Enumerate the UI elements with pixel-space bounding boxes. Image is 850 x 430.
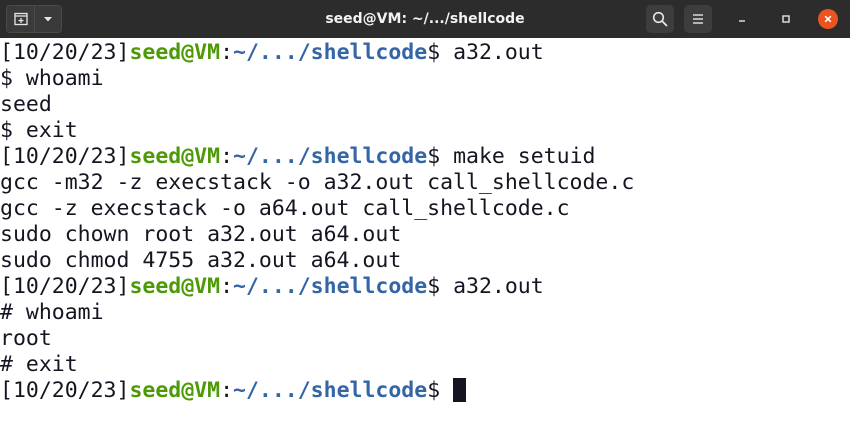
- output-line: gcc -m32 -z execstack -o a32.out call_sh…: [0, 170, 635, 195]
- title-bar: seed@VM: ~/.../shellcode: [0, 0, 850, 38]
- close-button[interactable]: [816, 7, 840, 31]
- output-line: # exit: [0, 352, 78, 377]
- prompt-symbol: $: [427, 40, 454, 65]
- prompt-symbol: $: [427, 378, 454, 403]
- output-line: # whoami: [0, 300, 104, 325]
- text-cursor: [453, 378, 467, 402]
- prompt-path: ~/.../shellcode: [233, 378, 428, 403]
- output-line: $ whoami: [0, 66, 104, 91]
- chevron-down-icon: [44, 17, 52, 22]
- output-line: gcc -z execstack -o a64.out call_shellco…: [0, 196, 570, 221]
- prompt-path: ~/.../shellcode: [233, 144, 428, 169]
- prompt-path: ~/.../shellcode: [233, 40, 428, 65]
- prompt-user-host: seed@VM: [129, 378, 221, 403]
- prompt-path: ~/.../shellcode: [233, 274, 428, 299]
- prompt-user-host: seed@VM: [129, 144, 221, 169]
- prompt-date: [10/20/23]: [0, 144, 130, 169]
- minimize-button[interactable]: [730, 7, 754, 31]
- minimize-icon: [739, 20, 745, 22]
- close-icon: [824, 15, 832, 23]
- prompt-user-host: seed@VM: [129, 40, 221, 65]
- prompt-user-host: seed@VM: [129, 274, 221, 299]
- prompt-line: [10/20/23]seed@VM:~/.../shellcode$ a32.o…: [0, 40, 850, 66]
- prompt-colon: :: [220, 378, 234, 403]
- maximize-button[interactable]: [774, 7, 798, 31]
- prompt-colon: :: [220, 144, 234, 169]
- new-tab-icon: [13, 12, 28, 26]
- prompt-line: [10/20/23]seed@VM:~/.../shellcode$ make …: [0, 144, 850, 170]
- prompt-date: [10/20/23]: [0, 40, 130, 65]
- search-button[interactable]: [646, 5, 674, 33]
- prompt-colon: :: [220, 274, 234, 299]
- output-line: root: [0, 326, 52, 351]
- prompt-date: [10/20/23]: [0, 274, 130, 299]
- prompt-symbol: $: [427, 274, 454, 299]
- command-text: make setuid: [453, 144, 596, 169]
- output-line: $ exit: [0, 118, 78, 143]
- command-text: a32.out: [453, 274, 544, 299]
- window-controls: [636, 5, 840, 33]
- menu-button[interactable]: [684, 5, 712, 33]
- prompt-date: [10/20/23]: [0, 378, 130, 403]
- new-tab-button[interactable]: [7, 6, 34, 32]
- hamburger-menu-icon: [693, 14, 703, 24]
- prompt-colon: :: [220, 40, 234, 65]
- prompt-symbol: $: [427, 144, 454, 169]
- output-line: sudo chown root a32.out a64.out: [0, 222, 402, 247]
- tab-dropdown-button[interactable]: [34, 6, 61, 32]
- search-icon: [652, 11, 668, 27]
- prompt-line: [10/20/23]seed@VM:~/.../shellcode$ a32.o…: [0, 274, 850, 300]
- maximize-icon: [782, 15, 790, 23]
- output-line: sudo chmod 4755 a32.out a64.out: [0, 248, 402, 273]
- output-line: seed: [0, 92, 52, 117]
- command-text: a32.out: [453, 40, 544, 65]
- tab-controls: [6, 5, 62, 33]
- terminal-output[interactable]: [10/20/23]seed@VM:~/.../shellcode$ a32.o…: [0, 38, 850, 430]
- prompt-line: [10/20/23]seed@VM:~/.../shellcode$: [0, 378, 850, 404]
